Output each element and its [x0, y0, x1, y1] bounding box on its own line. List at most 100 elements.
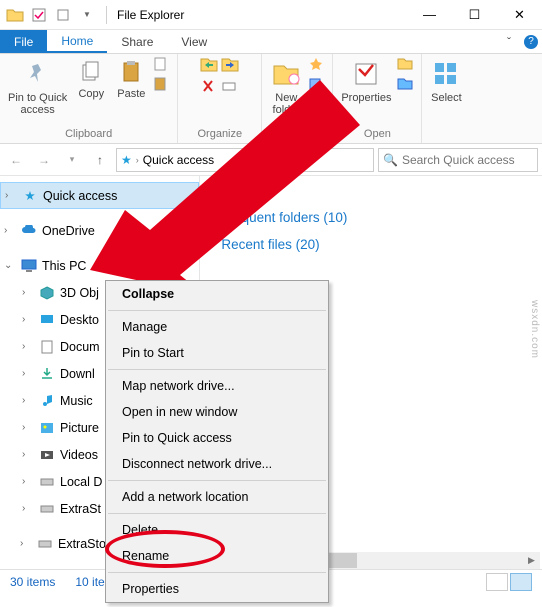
- ctx-rename[interactable]: Rename: [106, 543, 328, 569]
- tab-view[interactable]: View: [167, 30, 221, 53]
- group-new: New folder New: [262, 54, 333, 143]
- search-input[interactable]: [402, 153, 533, 167]
- download-icon: [38, 367, 56, 381]
- new-folder-button[interactable]: New folder: [268, 56, 304, 118]
- address-bar: ← → ▾ ↑ ★ › Quick access 🔍: [0, 144, 542, 176]
- quick-access-toolbar: ▼: [0, 4, 102, 26]
- folder-icon: [4, 4, 26, 26]
- video-icon: [38, 449, 56, 461]
- separator: [108, 513, 326, 514]
- open-icon[interactable]: [397, 56, 415, 74]
- clipboard-small: [153, 56, 171, 94]
- delete-icon[interactable]: [200, 78, 218, 97]
- chevron-down-icon: ⌄: [4, 260, 16, 271]
- status-item-count: 30 items: [10, 575, 55, 589]
- forward-button[interactable]: →: [32, 148, 56, 172]
- chevron-right-icon: ›: [212, 212, 215, 223]
- ctx-properties[interactable]: Properties: [106, 576, 328, 602]
- window-buttons: — ☐ ✕: [407, 1, 542, 29]
- chevron-right-icon: ›: [4, 225, 16, 236]
- ctx-pin-start[interactable]: Pin to Start: [106, 340, 328, 366]
- checkbox-icon[interactable]: [28, 4, 50, 26]
- view-icons-button[interactable]: [510, 573, 532, 591]
- view-details-button[interactable]: [486, 573, 508, 591]
- pin-button[interactable]: Pin to Quick access: [6, 56, 69, 118]
- copy-button[interactable]: Copy: [73, 56, 109, 102]
- copy-path-icon[interactable]: [153, 56, 171, 74]
- open-small: [397, 56, 415, 94]
- music-icon: [38, 394, 56, 408]
- ctx-collapse[interactable]: Collapse: [106, 281, 328, 307]
- easy-access-icon[interactable]: [308, 76, 326, 94]
- window-title: File Explorer: [117, 8, 184, 22]
- search-icon: 🔍: [383, 153, 398, 167]
- separator: [106, 6, 107, 24]
- copy-icon: [77, 58, 105, 86]
- ribbon: Pin to Quick access Copy Paste Clipboard: [0, 54, 542, 144]
- pc-icon: [20, 259, 38, 272]
- group-select: Select: [422, 54, 470, 143]
- frequent-folders[interactable]: ›Frequent folders (10): [210, 204, 532, 231]
- close-button[interactable]: ✕: [497, 1, 542, 29]
- tab-file[interactable]: File: [0, 30, 47, 53]
- new-item-icon[interactable]: [308, 56, 326, 74]
- location-field[interactable]: ★ › Quick access: [116, 148, 374, 172]
- nav-onedrive[interactable]: › OneDrive: [0, 217, 199, 244]
- new-small: [308, 56, 326, 94]
- scroll-right-icon[interactable]: ▶: [523, 552, 540, 569]
- nav-this-pc[interactable]: ⌄ This PC: [0, 252, 199, 279]
- ctx-pin-quick[interactable]: Pin to Quick access: [106, 425, 328, 451]
- ribbon-collapse-button[interactable]: ˇ: [498, 30, 520, 53]
- star-icon: ★: [121, 153, 132, 167]
- chevron-right-icon: ›: [5, 190, 17, 201]
- minimize-button[interactable]: —: [407, 1, 452, 29]
- properties-button[interactable]: Properties: [339, 56, 393, 106]
- group-open: Properties Open: [333, 54, 422, 143]
- paste-shortcut-icon[interactable]: [153, 76, 171, 94]
- pin-icon: [22, 58, 54, 90]
- search-box[interactable]: 🔍: [378, 148, 538, 172]
- properties-big-icon: [350, 58, 382, 90]
- cloud-icon: [20, 225, 38, 236]
- ctx-map-drive[interactable]: Map network drive...: [106, 373, 328, 399]
- ctx-new-window[interactable]: Open in new window: [106, 399, 328, 425]
- cube-icon: [38, 286, 56, 300]
- watermark: wsxdn.com: [529, 300, 540, 359]
- paste-icon: [117, 58, 145, 86]
- desktop-icon: [38, 314, 56, 326]
- history-icon[interactable]: [397, 76, 415, 94]
- ctx-add-location[interactable]: Add a network location: [106, 484, 328, 510]
- group-clipboard: Pin to Quick access Copy Paste Clipboard: [0, 54, 178, 143]
- back-button[interactable]: ←: [4, 148, 28, 172]
- move-to-icon[interactable]: [200, 56, 218, 75]
- picture-icon: [38, 422, 56, 434]
- separator: [108, 572, 326, 573]
- column-header-name[interactable]: Name: [210, 182, 532, 204]
- title-bar: ▼ File Explorer — ☐ ✕: [0, 0, 542, 30]
- ctx-delete[interactable]: Delete: [106, 517, 328, 543]
- tab-share[interactable]: Share: [107, 30, 167, 53]
- help-button[interactable]: ?: [520, 30, 542, 53]
- chevron-right-icon: ›: [212, 239, 215, 250]
- separator: [108, 480, 326, 481]
- copy-to-icon[interactable]: [221, 56, 239, 75]
- ribbon-tabs: File Home Share View ˇ ?: [0, 30, 542, 54]
- drive-icon: [36, 538, 54, 549]
- nav-quick-access[interactable]: › ★ Quick access: [0, 182, 199, 209]
- select-button[interactable]: Select: [428, 56, 464, 106]
- group-organize: Organize: [178, 54, 262, 143]
- star-icon: ★: [21, 188, 39, 203]
- ctx-disconnect[interactable]: Disconnect network drive...: [106, 451, 328, 477]
- location-text: Quick access: [143, 153, 214, 167]
- properties-icon[interactable]: [52, 4, 74, 26]
- ctx-manage[interactable]: Manage: [106, 314, 328, 340]
- tab-home[interactable]: Home: [47, 30, 107, 53]
- maximize-button[interactable]: ☐: [452, 1, 497, 29]
- paste-button[interactable]: Paste: [113, 56, 149, 102]
- document-icon: [38, 340, 56, 354]
- up-button[interactable]: ↑: [88, 148, 112, 172]
- qat-dropdown-icon[interactable]: ▼: [76, 4, 98, 26]
- recent-files[interactable]: ›Recent files (20): [210, 231, 532, 258]
- history-dropdown[interactable]: ▾: [60, 148, 84, 172]
- rename-icon[interactable]: [221, 78, 239, 97]
